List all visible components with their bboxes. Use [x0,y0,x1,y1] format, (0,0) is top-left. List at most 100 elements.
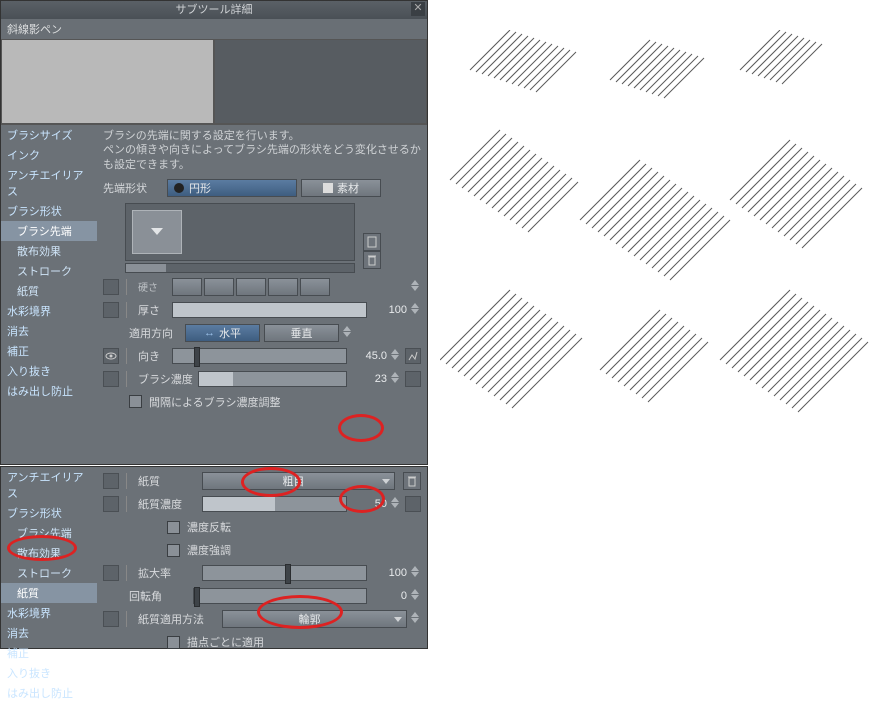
brush-density-value[interactable]: 23 [351,373,387,385]
thickness-stepper[interactable] [411,303,421,317]
brush-density-label: ブラシ濃度 [138,371,194,387]
direction-stepper[interactable] [391,349,401,363]
close-icon[interactable]: ✕ [411,2,425,16]
thickness-value[interactable]: 100 [371,304,407,316]
cat2-overflow[interactable]: はみ出し防止 [1,683,97,703]
apply-dir-h-label: 水平 [219,325,241,341]
apply-method-dropdown[interactable]: 輪郭 [222,610,407,628]
cat-brush-shape[interactable]: ブラシ形状 [1,201,97,221]
desc-line1: ブラシの先端に関する設定を行います。 [103,130,300,142]
rotation-slider[interactable] [193,588,367,604]
main-settings: ブラシの先端に関する設定を行います。 ペンの傾きや向きによってブラシ先端の形状を… [97,125,427,419]
direction-slider[interactable] [172,348,347,364]
hardness-stepper[interactable] [411,280,421,294]
cat2-texture[interactable]: 紙質 [1,583,97,603]
hardness-preset-3[interactable] [236,278,266,296]
invert-density-checkbox[interactable] [167,521,180,534]
brush-density-toggle[interactable] [103,371,119,387]
cat-antialias[interactable]: アンチエイリアス [1,165,97,201]
brush-density-slider[interactable] [198,371,347,387]
apply-dir-horizontal-button[interactable]: ↔ 水平 [185,324,260,342]
texture-delete-icon[interactable] [403,472,421,490]
texture-settings: 紙質 粗目 紙質濃度 50 濃度反転 濃度強調 [97,467,427,648]
apply-dir-label: 適用方向 [129,325,181,341]
cat-ink[interactable]: インク [1,145,97,165]
apply-method-stepper[interactable] [411,612,421,626]
texture-dropdown[interactable]: 粗目 [202,472,395,490]
cat2-scatter[interactable]: 散布効果 [1,543,97,563]
brush-density-stepper[interactable] [391,372,401,386]
scale-toggle[interactable] [103,565,119,581]
cat-texture[interactable]: 紙質 [1,281,97,301]
texture-panel: アンチエイリアス ブラシ形状 ブラシ先端 散布効果 ストローク 紙質 水彩境界 … [0,466,428,649]
apply-dir-vertical-button[interactable]: 垂直 [264,324,339,342]
texture-density-dynamics-icon[interactable] [405,496,421,512]
trash-icon [366,254,378,266]
cat2-brush-shape[interactable]: ブラシ形状 [1,503,97,523]
per-stroke-checkbox[interactable] [167,636,180,649]
tip-shape-circle-button[interactable]: 円形 [167,179,297,197]
circle-icon [174,183,184,193]
texture-density-label: 紙質濃度 [138,496,198,512]
brush-density-dynamics-icon[interactable] [405,371,421,387]
tip-add-icon[interactable] [363,233,381,251]
tip-shape-material-button[interactable]: 素材 [301,179,381,197]
rotation-value[interactable]: 0 [371,590,407,602]
material-icon [323,183,333,193]
preview-dark [214,39,427,124]
texture-toggle[interactable] [103,473,119,489]
cat2-in-out[interactable]: 入り抜き [1,663,97,683]
rotation-stepper[interactable] [411,589,421,603]
cat2-antialias[interactable]: アンチエイリアス [1,467,97,503]
emphasize-density-label: 濃度強調 [187,542,231,558]
apply-dir-v-label: 垂直 [291,325,313,341]
tip-image-box[interactable] [125,203,355,261]
texture-density-slider[interactable] [202,496,347,512]
cat2-watercolor[interactable]: 水彩境界 [1,603,97,623]
thickness-slider[interactable] [172,302,367,318]
cat-brush-tip[interactable]: ブラシ先端 [1,221,97,241]
title-text: サブツール詳細 [176,4,253,16]
scale-value[interactable]: 100 [371,567,407,579]
cat2-stroke[interactable]: ストローク [1,563,97,583]
chevron-down-icon [394,617,402,622]
cat2-erase[interactable]: 消去 [1,623,97,643]
cat-stroke[interactable]: ストローク [1,261,97,281]
apply-dir-stepper[interactable] [343,326,353,340]
texture-density-value[interactable]: 50 [351,498,387,510]
texture-density-toggle[interactable] [103,496,119,512]
cat-overflow[interactable]: はみ出し防止 [1,381,97,401]
hardness-toggle[interactable] [103,279,119,295]
thickness-toggle[interactable] [103,302,119,318]
tip-thumb[interactable] [132,210,182,254]
apply-method-toggle[interactable] [103,611,119,627]
tip-shape-circle-label: 円形 [189,180,211,196]
category-sidebar-2: アンチエイリアス ブラシ形状 ブラシ先端 散布効果 ストローク 紙質 水彩境界 … [1,467,97,648]
scale-slider[interactable] [202,565,367,581]
cat-erase[interactable]: 消去 [1,321,97,341]
cat2-correction[interactable]: 補正 [1,643,97,663]
cat-correction[interactable]: 補正 [1,341,97,361]
cat-scatter[interactable]: 散布効果 [1,241,97,261]
hardness-preset-4[interactable] [268,278,298,296]
cat-in-out[interactable]: 入り抜き [1,361,97,381]
chevron-down-icon [382,479,390,484]
cat2-brush-tip[interactable]: ブラシ先端 [1,523,97,543]
emphasize-density-checkbox[interactable] [167,544,180,557]
hardness-preset-2[interactable] [204,278,234,296]
hardness-preset-1[interactable] [172,278,202,296]
hardness-preset-5[interactable] [300,278,330,296]
link-icon [126,348,134,364]
titlebar[interactable]: サブツール詳細 ✕ [1,1,427,19]
cat-watercolor[interactable]: 水彩境界 [1,301,97,321]
direction-show-icon[interactable] [103,348,119,364]
texture-density-stepper[interactable] [391,497,401,511]
direction-value[interactable]: 45.0 [351,350,387,362]
interval-adjust-checkbox[interactable] [129,395,142,408]
tip-image-scroll[interactable] [125,263,355,273]
scale-stepper[interactable] [411,566,421,580]
link-icon [126,611,134,627]
cat-brush-size[interactable]: ブラシサイズ [1,125,97,145]
tip-delete-icon[interactable] [363,251,381,269]
direction-dynamics-icon[interactable] [405,348,421,364]
